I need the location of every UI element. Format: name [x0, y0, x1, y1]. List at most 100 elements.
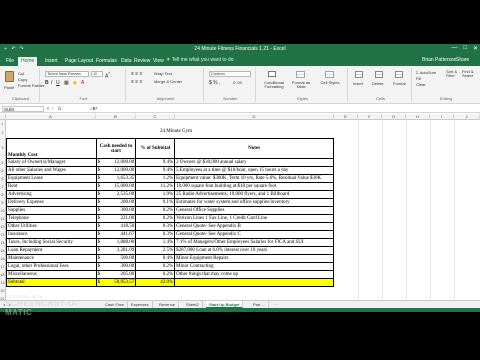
note-cell[interactable]: Minor Contracting [174, 262, 334, 271]
cost-item-cell[interactable]: Rent [6, 182, 97, 191]
delete-cells-icon[interactable] [375, 71, 383, 78]
cost-item-cell[interactable]: Supplies [6, 206, 97, 215]
number-format-select[interactable]: Custom [209, 71, 251, 77]
row-header[interactable]: 1 [0, 120, 5, 128]
note-cell[interactable]: General Quote- See Appendix B [174, 222, 334, 231]
sort-filter-button[interactable]: Sort & Filter [446, 70, 462, 78]
amount-cell[interactable]: 300.00 [102, 206, 137, 215]
sheet-title[interactable]: 24 Minute Gym [136, 128, 216, 136]
borders-icon[interactable]: ▦ [64, 80, 69, 86]
amount-cell[interactable]: 3,281.09 [102, 246, 137, 255]
tab-formulas[interactable]: Formulas [93, 57, 120, 66]
column-header[interactable]: B [96, 114, 136, 120]
note-cell[interactable]: General Quote- See Appendix C [174, 230, 334, 239]
pct-cell[interactable]: 0.2% [135, 270, 176, 279]
share-button[interactable]: Share [456, 57, 469, 63]
row-header[interactable]: 11 [0, 215, 5, 223]
currency-icon[interactable]: $ % , [209, 80, 220, 86]
find-select-button[interactable]: Find & Select [462, 70, 478, 78]
underline-button[interactable]: U [56, 80, 60, 86]
amount-cell[interactable]: 1,653.35 [102, 174, 137, 183]
row-header[interactable]: 8 [0, 191, 5, 199]
more-tabs-icon[interactable]: ⋯ [274, 301, 278, 308]
wrap-text-button[interactable]: Wrap Text [154, 71, 172, 76]
row-header[interactable]: 6 [0, 175, 5, 183]
note-cell[interactable]: $287,000 Loan at 6.0% interest over 10 y… [174, 246, 334, 255]
amount-cell[interactable]: 418.50 [102, 222, 137, 231]
fill-button[interactable]: Fill [416, 76, 421, 81]
fill-color-icon[interactable]: ◆ [73, 80, 77, 86]
row-header[interactable]: 18 [0, 271, 5, 279]
cost-item-cell[interactable]: Advertising [6, 190, 97, 199]
cost-item-cell[interactable]: Other Utilities [6, 222, 97, 231]
sheet-tab-part[interactable]: Part ... [250, 301, 269, 308]
subtotal-note-cell[interactable] [174, 278, 334, 287]
amount-cell[interactable]: 205.00 [102, 270, 137, 279]
amount-cell[interactable]: 2,535.00 [102, 190, 137, 199]
formula-input[interactable]: =B* [90, 106, 97, 111]
amount-cell[interactable]: 441.67 [102, 230, 137, 239]
sheet-tab-sheet2[interactable]: Sheet2 [183, 301, 203, 308]
row-header[interactable]: 5 [0, 167, 5, 175]
note-cell[interactable]: 5 Employees at a time @ $10/hour, open 1… [174, 166, 334, 175]
column-header[interactable]: F [358, 114, 382, 120]
pct-cell[interactable]: 0.2% [135, 262, 176, 271]
insert-cells-icon[interactable] [355, 71, 363, 78]
column-header[interactable]: I [430, 114, 454, 120]
note-cell[interactable]: 2 Owners @ $30,000 annual salary [174, 158, 334, 167]
row-header[interactable]: 3 [0, 138, 5, 159]
tab-insert[interactable]: Insert [42, 57, 61, 66]
font-color-icon[interactable]: A [81, 80, 84, 86]
row-header[interactable]: 19 [0, 279, 5, 287]
column-header[interactable]: J [454, 114, 480, 120]
note-cell[interactable]: Estimates for water system and office su… [174, 198, 334, 207]
cell-styles-button[interactable]: Cell Styles [318, 81, 342, 85]
pct-cell[interactable]: 1.2% [135, 174, 176, 183]
amount-cell[interactable]: 15,000.00 [102, 182, 137, 191]
format-as-table-icon[interactable] [296, 71, 305, 78]
insert-button[interactable]: Insert [353, 81, 363, 86]
note-cell[interactable]: 10,000 square foot building at $18 per s… [174, 182, 334, 191]
conditional-formatting-button[interactable]: Conditional Formatting [260, 81, 288, 89]
column-header[interactable]: D [175, 114, 334, 120]
row-header[interactable]: 9 [0, 199, 5, 207]
align-top-icon[interactable]: ≡ ≡ ≡ [131, 71, 143, 77]
cell-styles-icon[interactable] [325, 71, 334, 78]
column-header[interactable]: E [334, 114, 358, 120]
user-name[interactable]: Brian Patterson [422, 57, 456, 63]
fx-button[interactable]: fx [58, 106, 62, 111]
cost-item-cell[interactable]: Loan Repayment [6, 246, 97, 255]
row-header[interactable]: 16 [0, 255, 5, 263]
cancel-formula-icon[interactable]: ✕ ✓ [46, 106, 55, 112]
note-cell[interactable]: Verizon Lines 1 Fax Line, 1 Credit Card … [174, 214, 334, 223]
column-header[interactable]: H [406, 114, 430, 120]
row-header[interactable]: 2 [0, 128, 5, 138]
sheet-tab-expenses[interactable]: Expenses [128, 301, 153, 308]
row-header[interactable]: 13 [0, 231, 5, 239]
cost-item-cell[interactable]: Legal, other Professional Fees [6, 262, 97, 271]
pct-cell[interactable]: 11.2% [135, 182, 176, 191]
column-header[interactable]: A [6, 114, 96, 120]
decimal-icon[interactable]: .0 .00 [232, 80, 242, 85]
conditional-formatting-icon[interactable] [268, 71, 276, 77]
pct-cell[interactable]: 1.4% [135, 238, 176, 247]
italic-button[interactable]: I [51, 80, 52, 86]
cost-item-cell[interactable]: Salary of Owner(s)/Manager [6, 158, 97, 167]
header-pct-subtotal[interactable]: % of Subtotal [135, 138, 176, 159]
worksheet-grid[interactable]: A B C D E F G H I J 1 2 3 4 5 6 7 8 9 10… [0, 114, 480, 300]
row-header[interactable]: 14 [0, 239, 5, 247]
sheet-tab-revenue[interactable]: Revenue [156, 301, 180, 308]
tab-page-layout[interactable]: Page Layout [62, 57, 96, 66]
minimize-button[interactable]: — [451, 45, 457, 52]
column-header[interactable]: C [136, 114, 175, 120]
align-left-icon[interactable]: ≡ ≡ ≡ [131, 79, 143, 85]
row-header[interactable]: 7 [0, 183, 5, 191]
tab-view[interactable]: View [150, 57, 167, 66]
pct-cell[interactable]: 0.3% [135, 230, 176, 239]
font-size-select[interactable]: 11 [91, 71, 103, 77]
tab-file[interactable]: File [3, 57, 17, 66]
header-notes[interactable]: Notes [174, 138, 334, 159]
maximize-button[interactable]: □ [463, 45, 467, 52]
row-header[interactable]: 15 [0, 247, 5, 255]
tab-home[interactable]: Home [18, 57, 38, 66]
